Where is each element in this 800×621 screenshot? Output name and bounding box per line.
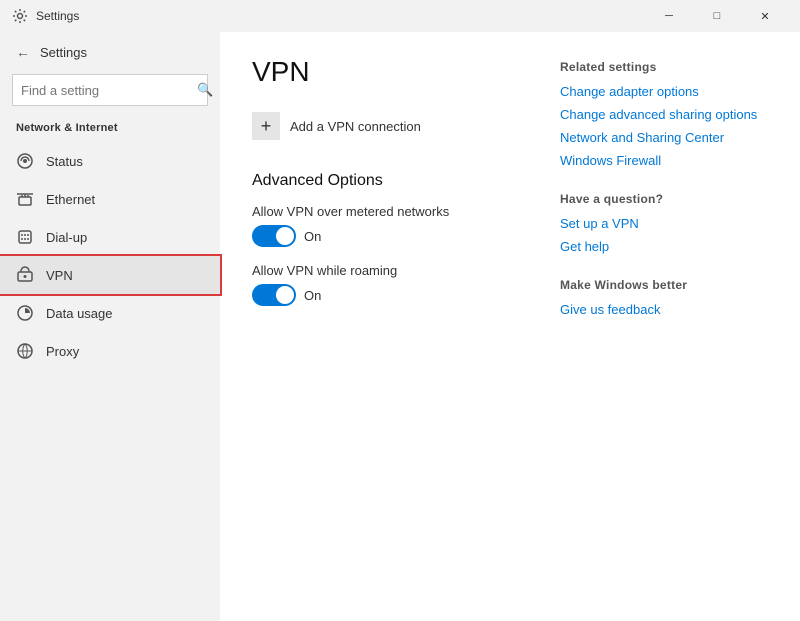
status-icon xyxy=(16,152,34,170)
feedback-title: Make Windows better xyxy=(560,278,760,292)
app-body: ← Settings 🔍 Network & Internet Status xyxy=(0,32,800,621)
option1-toggle[interactable] xyxy=(252,225,296,247)
title-bar-title: Settings xyxy=(36,9,79,23)
feedback-link[interactable]: Give us feedback xyxy=(560,302,760,317)
option2-toggle[interactable] xyxy=(252,284,296,306)
sidebar-item-vpn[interactable]: VPN xyxy=(0,256,220,294)
question-link-setup[interactable]: Set up a VPN xyxy=(560,216,760,231)
sidebar-label-datausage: Data usage xyxy=(46,306,113,321)
related-link-network-center[interactable]: Network and Sharing Center xyxy=(560,130,760,145)
sidebar-item-datausage[interactable]: Data usage xyxy=(0,294,220,332)
related-settings-title: Related settings xyxy=(560,60,760,74)
search-icon: 🔍 xyxy=(197,82,213,98)
page-title: VPN xyxy=(252,56,500,88)
related-settings-block: Related settings Change adapter options … xyxy=(560,60,760,168)
title-bar-left: Settings xyxy=(12,8,646,24)
related-link-sharing[interactable]: Change advanced sharing options xyxy=(560,107,760,122)
settings-icon xyxy=(12,8,28,24)
vpn-icon xyxy=(16,266,34,284)
add-icon: + xyxy=(252,112,280,140)
title-bar: Settings ─ □ ✕ xyxy=(0,0,800,32)
add-vpn-button[interactable]: + Add a VPN connection xyxy=(252,108,500,144)
sidebar-item-dialup[interactable]: Dial-up xyxy=(0,218,220,256)
main-content: VPN + Add a VPN connection Advanced Opti… xyxy=(220,32,800,621)
datausage-icon xyxy=(16,304,34,322)
related-link-adapter[interactable]: Change adapter options xyxy=(560,84,760,99)
sidebar-label-vpn: VPN xyxy=(46,268,73,283)
search-box[interactable]: 🔍 xyxy=(12,74,208,106)
option1-label: Allow VPN over metered networks xyxy=(252,204,500,219)
option2-label: Allow VPN while roaming xyxy=(252,263,500,278)
sidebar-item-status[interactable]: Status xyxy=(0,142,220,180)
ethernet-icon xyxy=(16,190,34,208)
option2-toggle-label: On xyxy=(304,288,321,303)
sidebar-item-ethernet[interactable]: Ethernet xyxy=(0,180,220,218)
close-button[interactable]: ✕ xyxy=(742,0,788,32)
title-bar-controls: ─ □ ✕ xyxy=(646,0,788,32)
sidebar-back-label: Settings xyxy=(40,45,87,60)
option2-toggle-row: On xyxy=(252,284,500,306)
content-main: VPN + Add a VPN connection Advanced Opti… xyxy=(252,56,500,597)
advanced-options-heading: Advanced Options xyxy=(252,172,500,190)
option1-toggle-row: On xyxy=(252,225,500,247)
sidebar-label-proxy: Proxy xyxy=(46,344,79,359)
related-link-firewall[interactable]: Windows Firewall xyxy=(560,153,760,168)
add-vpn-label: Add a VPN connection xyxy=(290,119,421,134)
maximize-button[interactable]: □ xyxy=(694,0,740,32)
dialup-icon xyxy=(16,228,34,246)
question-block: Have a question? Set up a VPN Get help xyxy=(560,192,760,254)
sidebar: ← Settings 🔍 Network & Internet Status xyxy=(0,32,220,621)
back-arrow-icon: ← xyxy=(16,44,30,60)
sidebar-section-title: Network & Internet xyxy=(0,116,220,142)
question-title: Have a question? xyxy=(560,192,760,206)
minimize-button[interactable]: ─ xyxy=(646,0,692,32)
sidebar-label-dialup: Dial-up xyxy=(46,230,87,245)
sidebar-label-ethernet: Ethernet xyxy=(46,192,95,207)
sidebar-item-proxy[interactable]: Proxy xyxy=(0,332,220,370)
feedback-block: Make Windows better Give us feedback xyxy=(560,278,760,317)
sidebar-label-status: Status xyxy=(46,154,83,169)
option1-toggle-label: On xyxy=(304,229,321,244)
search-input[interactable] xyxy=(21,83,197,98)
content-sidebar: Related settings Change adapter options … xyxy=(560,56,760,597)
sidebar-back-button[interactable]: ← Settings xyxy=(0,36,220,68)
question-link-help[interactable]: Get help xyxy=(560,239,760,254)
proxy-icon xyxy=(16,342,34,360)
